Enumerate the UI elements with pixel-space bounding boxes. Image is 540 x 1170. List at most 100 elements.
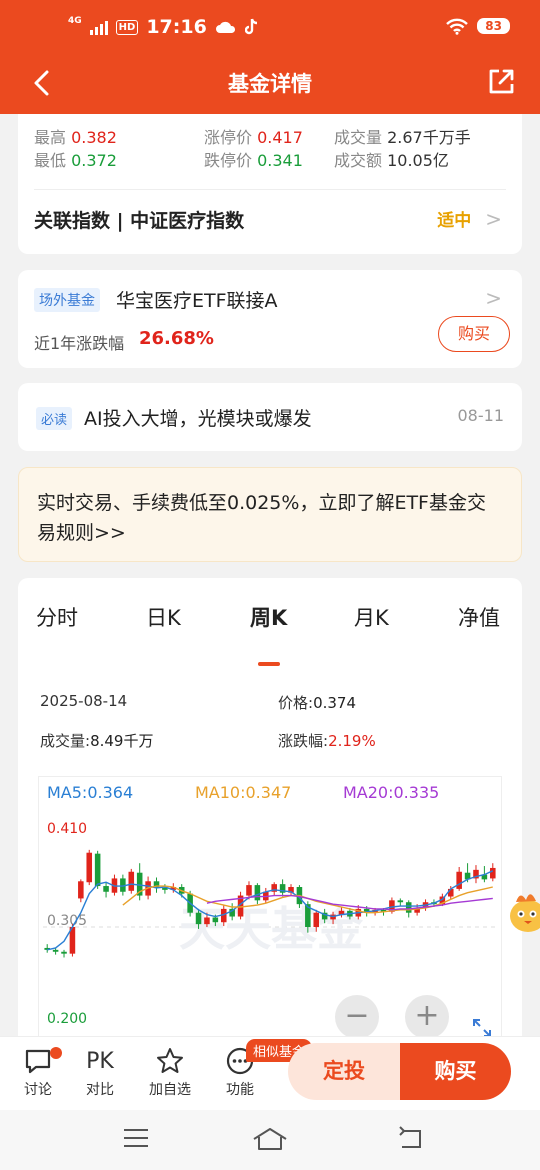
volume: 成交量 2.67千万手 bbox=[334, 124, 471, 148]
limit-up: 涨停价 0.417 bbox=[204, 124, 303, 148]
high-value: 0.382 bbox=[71, 128, 117, 147]
compare-label: 对比 bbox=[86, 1082, 114, 1098]
pk-text: PK bbox=[86, 1048, 114, 1074]
status-left: 4G HD 17:16 bbox=[68, 16, 259, 38]
volume-label: 成交量 bbox=[334, 128, 383, 147]
functions-label: 功能 bbox=[226, 1082, 254, 1098]
y-tick-label: 0.200 bbox=[47, 1011, 87, 1027]
chevron-right-icon: > bbox=[485, 206, 502, 231]
buy-button[interactable]: 购买 bbox=[400, 1043, 511, 1100]
compare-button[interactable]: PK 对比 bbox=[70, 1045, 130, 1099]
candle-body bbox=[204, 917, 210, 925]
discuss-label: 讨论 bbox=[24, 1082, 52, 1098]
y-tick-label: 0.305 bbox=[47, 913, 87, 929]
home-icon[interactable] bbox=[252, 1126, 288, 1152]
mascot-icon[interactable] bbox=[506, 888, 540, 936]
tab-daily-k[interactable]: 日K bbox=[146, 602, 181, 632]
clock: 17:16 bbox=[146, 16, 207, 38]
zoom-in-button[interactable]: + bbox=[405, 995, 449, 1039]
candle-body bbox=[246, 885, 252, 896]
candle-body bbox=[405, 902, 412, 913]
wifi-icon bbox=[446, 18, 469, 35]
notice-text[interactable]: 实时交易、手续费低至0.025%，立即了解ETF基金交易规则>> bbox=[37, 488, 503, 548]
candle-body bbox=[86, 852, 93, 883]
candle-body bbox=[254, 885, 261, 901]
fund-name[interactable]: 华宝医疗ETF联接A bbox=[116, 286, 278, 313]
network-type: 4G bbox=[68, 15, 82, 26]
tab-weekly-k[interactable]: 周K bbox=[250, 602, 287, 632]
candle-body bbox=[397, 900, 404, 903]
volume-label: 成交量: bbox=[40, 732, 91, 750]
active-tab-indicator bbox=[258, 662, 280, 666]
turnover-value: 10.05亿 bbox=[387, 151, 449, 170]
candle-body bbox=[212, 917, 219, 923]
limit-up-value: 0.417 bbox=[257, 128, 303, 147]
chart-card: 分时 日K 周K 月K 净值 2025-08-14 价格:0.374 成交量:8… bbox=[18, 578, 522, 1048]
candle-body bbox=[103, 886, 109, 892]
system-nav-bar bbox=[0, 1110, 540, 1170]
candle-body bbox=[313, 912, 320, 927]
add-watchlist-label: 加自选 bbox=[149, 1082, 191, 1098]
turnover: 成交额 10.05亿 bbox=[334, 147, 449, 171]
risk-level[interactable]: 适中 > bbox=[437, 206, 502, 232]
candle-body bbox=[61, 951, 67, 954]
price-label: 价格: bbox=[278, 694, 314, 712]
tiktok-icon bbox=[244, 18, 257, 35]
price-value: 0.374 bbox=[313, 694, 357, 712]
etf-notice-banner[interactable]: 实时交易、手续费低至0.025%，立即了解ETF基金交易规则>> bbox=[18, 467, 522, 562]
linked-fund-card[interactable]: 场外基金 华宝医疗ETF联接A > 近1年涨跌幅 26.68% 购买 bbox=[18, 270, 522, 368]
tab-nav[interactable]: 净值 bbox=[458, 602, 500, 632]
candle-body bbox=[128, 871, 135, 891]
zoom-out-button[interactable]: − bbox=[335, 995, 379, 1039]
notification-dot bbox=[50, 1047, 62, 1059]
divider bbox=[34, 189, 506, 190]
fund-type-tag: 场外基金 bbox=[34, 288, 100, 312]
candle-body bbox=[490, 867, 496, 879]
share-icon[interactable] bbox=[486, 67, 516, 97]
limit-down-value: 0.341 bbox=[257, 151, 303, 170]
kline-chart[interactable]: MA5:0.364 MA10:0.347 MA20:0.335 天天基金 0.41… bbox=[38, 776, 502, 1048]
watermark: 天天基金 bbox=[179, 902, 364, 956]
signal-icon bbox=[89, 19, 108, 35]
low-price: 最低 0.372 bbox=[34, 147, 117, 171]
tab-intraday[interactable]: 分时 bbox=[36, 602, 78, 632]
news-headline[interactable]: AI投入大增，光模块或爆发 bbox=[84, 404, 312, 431]
chevron-right-icon: > bbox=[485, 286, 502, 310]
discuss-button[interactable]: 讨论 bbox=[8, 1045, 68, 1099]
change-label: 涨跌幅: bbox=[278, 732, 329, 750]
chart-volume: 成交量:8.49千万 bbox=[40, 730, 153, 751]
volume-value: 2.67千万手 bbox=[387, 128, 471, 147]
candle-body bbox=[447, 888, 454, 897]
risk-level-label: 适中 bbox=[437, 211, 472, 231]
status-bar: 4G HD 17:16 83 bbox=[0, 0, 540, 58]
menu-icon[interactable] bbox=[122, 1126, 150, 1150]
fund-buy-button[interactable]: 购买 bbox=[438, 316, 510, 352]
perf-label: 近1年涨跌幅 bbox=[34, 334, 125, 353]
candle-body bbox=[52, 949, 59, 952]
low-value: 0.372 bbox=[71, 151, 117, 170]
quote-card: 最高 0.382 最低 0.372 涨停价 0.417 跌停价 0.341 成交… bbox=[18, 114, 522, 254]
high-label: 最高 bbox=[34, 128, 67, 147]
add-watchlist-button[interactable]: 加自选 bbox=[140, 1045, 200, 1099]
turnover-label: 成交额 bbox=[334, 151, 383, 170]
news-date: 08-11 bbox=[457, 406, 505, 425]
y-tick-label: 0.410 bbox=[47, 821, 87, 837]
volume-value: 8.49千万 bbox=[90, 732, 154, 750]
auto-invest-button[interactable]: 定投 bbox=[288, 1043, 400, 1100]
change-value: 2.19% bbox=[328, 732, 376, 750]
candle-body bbox=[78, 881, 84, 899]
cloud-icon bbox=[215, 21, 235, 33]
candle-body bbox=[94, 853, 101, 887]
news-card[interactable]: 必读 AI投入大增，光模块或爆发 08-11 bbox=[18, 383, 522, 451]
battery-indicator: 83 bbox=[477, 18, 510, 34]
tab-monthly-k[interactable]: 月K bbox=[354, 602, 389, 632]
nav-bar: 基金详情 bbox=[0, 58, 540, 114]
bottom-action-bar: 讨论 PK 对比 加自选 功能 相似基金 定投 购买 bbox=[0, 1036, 540, 1110]
pk-icon: PK bbox=[70, 1045, 130, 1077]
chart-date: 2025-08-14 bbox=[40, 692, 128, 710]
perf-value: 26.68% bbox=[139, 328, 214, 349]
related-index[interactable]: 关联指数 | 中证医疗指数 bbox=[34, 206, 244, 233]
back-icon[interactable] bbox=[396, 1126, 426, 1152]
chart-price: 价格:0.374 bbox=[278, 692, 356, 713]
low-label: 最低 bbox=[34, 151, 67, 170]
